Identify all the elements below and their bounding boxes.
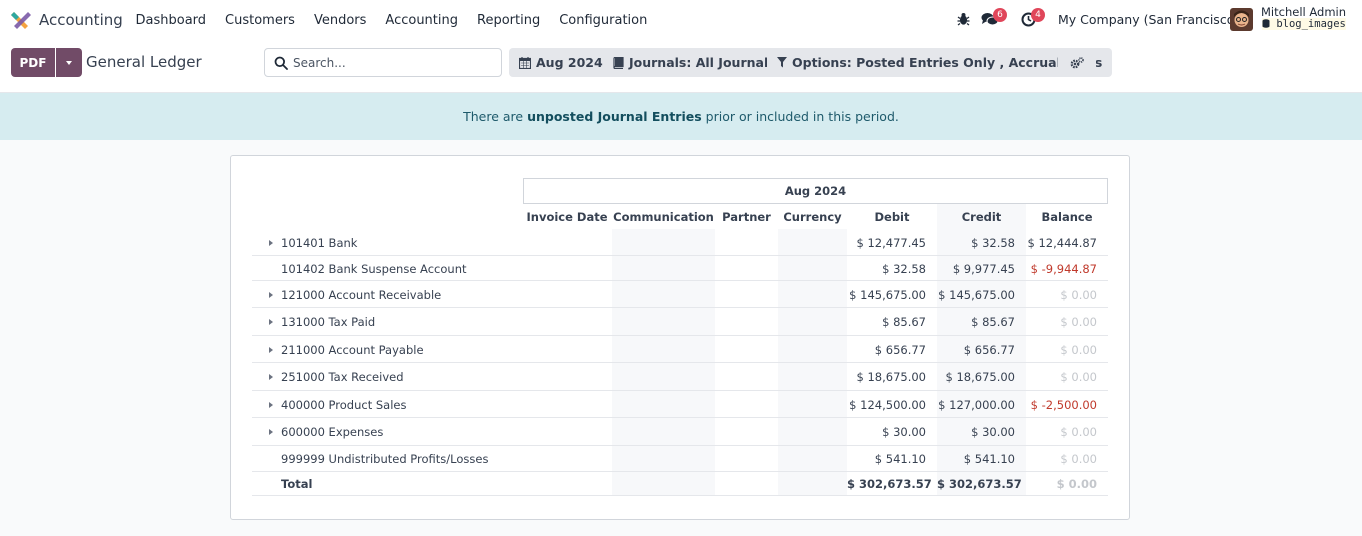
company-switcher[interactable]: My Company (San Francisco) <box>1058 12 1239 27</box>
unposted-entries-link[interactable]: unposted Journal Entries <box>527 109 702 124</box>
debug-bug-icon[interactable] <box>957 12 970 26</box>
database-name-text: blog_images <box>1276 18 1346 30</box>
col-currency[interactable]: Currency <box>778 210 847 224</box>
debit-value: $ 32.58 <box>882 262 926 276</box>
menu-configuration[interactable]: Configuration <box>550 13 657 28</box>
menu-reporting[interactable]: Reporting <box>468 13 550 28</box>
balance-value: $ 0.00 <box>1060 370 1097 384</box>
col-balance[interactable]: Balance <box>1026 210 1108 224</box>
debit-value: $ 30.00 <box>882 425 926 439</box>
unposted-entries-alert: There are unposted Journal Entries prior… <box>0 93 1362 140</box>
user-avatar[interactable] <box>1230 8 1253 31</box>
gears-icon <box>1070 56 1084 68</box>
debit-value: $ 656.77 <box>874 343 926 357</box>
date-filter-label: Aug 2024 <box>536 55 603 70</box>
balance-value: $ -2,500.00 <box>1030 398 1097 412</box>
total-label: Total <box>281 477 313 491</box>
search-icon <box>274 56 288 70</box>
database-icon <box>1262 19 1270 28</box>
account-name[interactable]: 101401 Bank <box>281 236 357 250</box>
caret-right-icon[interactable] <box>269 292 273 298</box>
account-name[interactable]: 121000 Account Receivable <box>281 288 441 302</box>
options-filter-label: Options: Posted Entries Only , Accrual B… <box>792 55 1103 70</box>
book-icon <box>613 56 624 69</box>
search-input[interactable] <box>293 54 493 72</box>
credit-value: $ 85.67 <box>971 315 1015 329</box>
activities-badge: 4 <box>1031 8 1045 22</box>
balance-value: $ 0.00 <box>1060 425 1097 439</box>
page-title: General Ledger <box>86 53 202 71</box>
top-navbar: Accounting Dashboard Customers Vendors A… <box>0 0 1362 40</box>
debit-value: $ 124,500.00 <box>849 398 926 412</box>
menu-accounting[interactable]: Accounting <box>376 13 468 28</box>
journals-filter-label: Journals: All Journals <box>629 55 776 70</box>
balance-value: $ 0.00 <box>1060 288 1097 302</box>
account-name[interactable]: 400000 Product Sales <box>281 398 406 412</box>
database-name: blog_images <box>1262 18 1346 30</box>
caret-right-icon[interactable] <box>269 374 273 380</box>
alert-suffix: prior or included in this period. <box>701 109 899 124</box>
credit-value: $ 541.10 <box>963 452 1015 466</box>
debit-value: $ 18,675.00 <box>856 370 927 384</box>
calendar-icon <box>519 56 531 69</box>
search-box <box>264 48 502 77</box>
balance-value: $ 0.00 <box>1060 452 1097 466</box>
col-credit[interactable]: Credit <box>937 210 1026 224</box>
menu-customers[interactable]: Customers <box>216 13 305 28</box>
col-partner[interactable]: Partner <box>715 210 778 224</box>
messages-badge: 6 <box>993 8 1007 22</box>
account-name[interactable]: 131000 Tax Paid <box>281 315 375 329</box>
caret-right-icon[interactable] <box>269 429 273 435</box>
col-invoice-date[interactable]: Invoice Date <box>523 210 611 224</box>
caret-right-icon[interactable] <box>269 240 273 246</box>
balance-value: $ 0.00 <box>1060 343 1097 357</box>
control-panel: PDF General Ledger Aug 2024 Journals: Al… <box>0 40 1362 93</box>
menu-dashboard[interactable]: Dashboard <box>126 13 216 28</box>
alert-prefix: There are <box>463 109 528 124</box>
credit-value: $ 656.77 <box>963 343 1015 357</box>
credit-value: $ 30.00 <box>971 425 1015 439</box>
caret-right-icon[interactable] <box>269 402 273 408</box>
caret-down-icon <box>66 60 72 65</box>
main-menu: Dashboard Customers Vendors Accounting R… <box>126 0 657 40</box>
filter-funnel-icon <box>777 57 787 68</box>
caret-right-icon[interactable] <box>269 347 273 353</box>
account-name[interactable]: 101402 Bank Suspense Account <box>281 262 467 276</box>
credit-value: $ 18,675.00 <box>945 370 1016 384</box>
total-balance: $ 0.00 <box>1056 477 1097 491</box>
accounting-app-icon[interactable] <box>11 10 31 30</box>
col-debit[interactable]: Debit <box>847 210 937 224</box>
debit-value: $ 12,477.45 <box>856 236 927 250</box>
settings-button[interactable] <box>1058 48 1096 77</box>
balance-value: $ -9,944.87 <box>1030 262 1097 276</box>
account-name[interactable]: 251000 Tax Received <box>281 370 404 384</box>
caret-right-icon[interactable] <box>269 319 273 325</box>
debit-value: $ 541.10 <box>874 452 926 466</box>
balance-value: $ 0.00 <box>1060 315 1097 329</box>
date-filter-button[interactable]: Aug 2024 <box>509 48 613 77</box>
credit-value: $ 32.58 <box>971 236 1015 250</box>
debit-value: $ 85.67 <box>882 315 926 329</box>
total-debit: $ 302,673.57 <box>847 477 932 491</box>
period-header: Aug 2024 <box>523 178 1108 204</box>
balance-value: $ 12,444.87 <box>1027 236 1098 250</box>
account-name[interactable]: 999999 Undistributed Profits/Losses <box>281 452 488 466</box>
pdf-button[interactable]: PDF <box>11 48 55 77</box>
export-dropdown-toggle[interactable] <box>56 48 82 77</box>
debit-value: $ 145,675.00 <box>849 288 926 302</box>
menu-vendors[interactable]: Vendors <box>304 13 375 28</box>
credit-value: $ 9,977.45 <box>952 262 1015 276</box>
total-credit: $ 302,673.57 <box>937 477 1022 491</box>
account-name[interactable]: 211000 Account Payable <box>281 343 424 357</box>
account-name[interactable]: 600000 Expenses <box>281 425 383 439</box>
user-name[interactable]: Mitchell Admin <box>1261 5 1346 19</box>
credit-value: $ 145,675.00 <box>938 288 1015 302</box>
journals-filter-button[interactable]: Journals: All Journals <box>603 48 786 77</box>
app-name[interactable]: Accounting <box>39 11 123 29</box>
credit-value: $ 127,000.00 <box>938 398 1015 412</box>
col-communication[interactable]: Communication <box>612 210 715 224</box>
